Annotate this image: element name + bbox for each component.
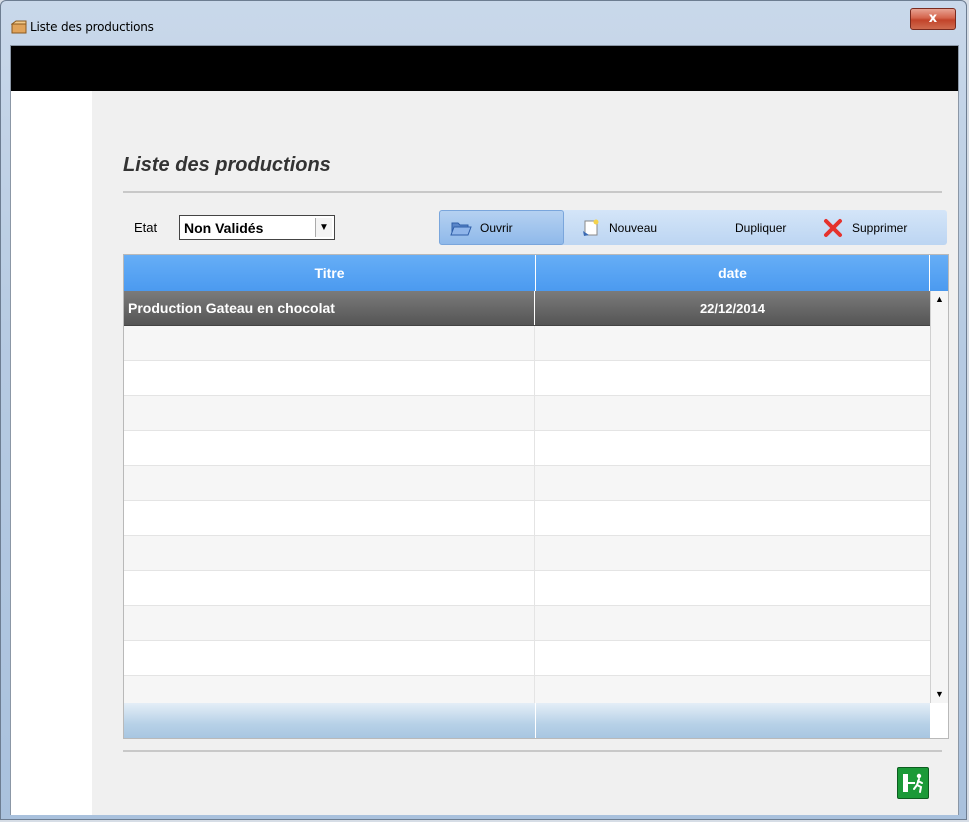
table-row-empty[interactable]: [124, 396, 930, 431]
cell-empty: [124, 536, 535, 570]
chevron-down-icon[interactable]: ▼: [315, 218, 332, 237]
duplicate-label: Dupliquer: [735, 220, 787, 235]
table-row[interactable]: Production Gateau en chocolat 22/12/2014: [124, 291, 930, 326]
toolbar: Ouvrir Nouveau Dupliquer Supprimer: [439, 210, 947, 245]
open-label: Ouvrir: [480, 220, 513, 235]
footer-divider: [535, 703, 536, 738]
cell-empty: [124, 466, 535, 500]
cell-empty: [124, 361, 535, 395]
left-panel: [11, 91, 92, 815]
app-icon: [10, 20, 27, 34]
delete-button[interactable]: Supprimer: [822, 210, 907, 245]
new-document-icon: [583, 219, 599, 236]
row-titre: Production Gateau en chocolat: [128, 300, 335, 316]
etat-select-value: Non Validés: [184, 220, 264, 236]
table-row-empty[interactable]: [124, 431, 930, 466]
page-title: Liste des productions: [123, 154, 331, 176]
title-bar[interactable]: Liste des productions x: [1, 1, 966, 45]
exit-button[interactable]: [897, 767, 929, 799]
table-row-empty[interactable]: [124, 606, 930, 641]
window-title: Liste des productions: [30, 20, 154, 34]
etat-select[interactable]: Non Validés ▼: [179, 215, 335, 240]
open-button[interactable]: Ouvrir: [439, 210, 564, 245]
folder-open-icon: [450, 222, 472, 235]
table-body: Production Gateau en chocolat 22/12/2014: [124, 291, 930, 703]
delete-label: Supprimer: [852, 220, 908, 235]
table-row-empty[interactable]: [124, 571, 930, 606]
window: Liste des productions x Liste des produc…: [0, 0, 967, 820]
table-row-empty[interactable]: [124, 466, 930, 501]
column-header-titre[interactable]: Titre: [124, 255, 536, 291]
red-x-icon: [824, 218, 842, 237]
column-header-date[interactable]: date: [536, 255, 930, 291]
divider: [123, 750, 942, 752]
cell-empty: [124, 641, 535, 675]
top-banner: [11, 46, 958, 91]
table-footer: [124, 703, 930, 738]
cell-empty: [124, 501, 535, 535]
exit-door-icon: [903, 773, 923, 793]
cell-empty: [124, 326, 535, 360]
productions-table: Titre date Production Gateau en chocolat…: [123, 254, 949, 739]
close-button[interactable]: x: [910, 8, 956, 30]
row-date: 22/12/2014: [699, 301, 766, 316]
cell-empty: [124, 676, 535, 703]
cell-empty: [124, 431, 535, 465]
new-button[interactable]: Nouveau: [577, 210, 657, 245]
duplicate-button[interactable]: Dupliquer: [735, 210, 786, 245]
table-row-empty[interactable]: [124, 536, 930, 571]
etat-label: Etat: [134, 220, 158, 235]
cell-empty: [124, 571, 535, 605]
scroll-up-arrow-icon[interactable]: ▲: [931, 291, 948, 308]
cell-empty: [124, 606, 535, 640]
table-header: Titre date: [124, 255, 948, 291]
vertical-scrollbar[interactable]: ▲ ▼: [930, 291, 948, 703]
table-row-empty[interactable]: [124, 361, 930, 396]
divider: [123, 191, 942, 193]
table-row-empty[interactable]: [124, 641, 930, 676]
main-panel: Liste des productions Etat Non Validés ▼…: [92, 91, 958, 815]
scroll-down-arrow-icon[interactable]: ▼: [931, 686, 948, 703]
table-row-empty[interactable]: [124, 326, 930, 361]
table-row-empty[interactable]: [124, 501, 930, 536]
table-row-empty[interactable]: [124, 676, 930, 703]
new-label: Nouveau: [609, 220, 658, 235]
cell-empty: [124, 396, 535, 430]
client-area: Liste des productions Etat Non Validés ▼…: [10, 45, 959, 815]
